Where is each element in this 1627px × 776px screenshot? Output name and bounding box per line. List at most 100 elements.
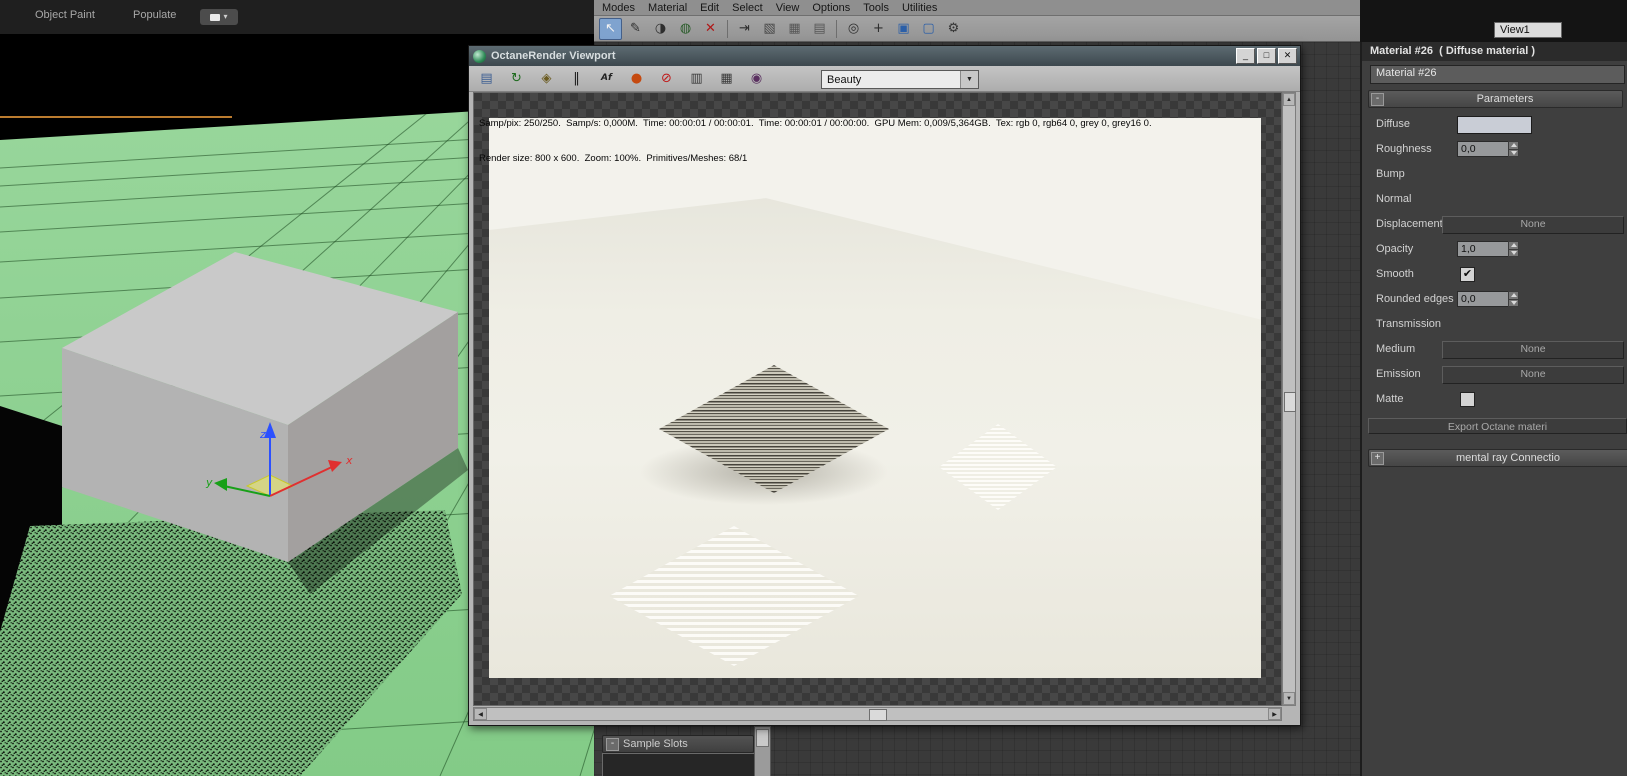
- delete-selected-icon[interactable]: ✕: [699, 18, 722, 40]
- window-icon: [210, 13, 221, 21]
- vertical-scrollbar[interactable]: ▲ ▼: [1282, 92, 1296, 706]
- menu-utilities[interactable]: Utilities: [902, 2, 937, 14]
- camera-settings-icon: ◉: [750, 71, 763, 86]
- select-tool-icon[interactable]: ↖: [599, 17, 622, 40]
- menu-material[interactable]: Material: [648, 2, 687, 14]
- view-selector[interactable]: View1: [1494, 22, 1562, 38]
- spinner-up-arrow[interactable]: [1508, 291, 1519, 299]
- render-area[interactable]: Samp/pix: 250/250. Samp/s: 0,000M. Time:…: [473, 92, 1282, 706]
- material-editor-topbar: Modes Material Edit Select View Options Tools U…: [594, 0, 1360, 42]
- pick-material-from-object-icon: ✎: [630, 21, 641, 36]
- scroll-right-arrow[interactable]: ▶: [1268, 708, 1281, 720]
- render-mode-value: Beauty: [827, 73, 862, 86]
- rollout-parameters[interactable]: - Parameters: [1368, 90, 1623, 108]
- roughness-value[interactable]: 0,0: [1457, 141, 1508, 157]
- menu-modes[interactable]: Modes: [602, 2, 635, 14]
- scrollbar-thumb[interactable]: [756, 729, 769, 747]
- export-octane-material-button[interactable]: Export Octane materi: [1368, 418, 1627, 434]
- smooth-checkbox[interactable]: ✔: [1460, 267, 1475, 282]
- hide-unused-nodeslots-icon[interactable]: ▧: [758, 18, 781, 40]
- ribbon-tab-object-paint[interactable]: Object Paint: [35, 9, 95, 21]
- pause-render-icon[interactable]: ‖: [565, 68, 588, 90]
- zoom-extents-icon[interactable]: ▢: [917, 18, 940, 40]
- sample-slots-list[interactable]: [602, 753, 755, 776]
- material-name-field[interactable]: Material #26: [1370, 65, 1625, 84]
- text-overlay-icon[interactable]: Af: [595, 68, 618, 90]
- toolbar-separator: [727, 19, 728, 38]
- browser-scrollbar[interactable]: [754, 726, 771, 776]
- picture-viewer-icon[interactable]: ▦: [715, 68, 738, 90]
- menu-select[interactable]: Select: [732, 2, 763, 14]
- minimize-button[interactable]: _: [1236, 48, 1255, 64]
- lock-resolution-icon[interactable]: ◈: [535, 68, 558, 90]
- restart-render-icon[interactable]: ↻: [505, 68, 528, 90]
- spinner-down-arrow[interactable]: [1508, 148, 1519, 157]
- param-row-opacity: Opacity 1,0: [1362, 237, 1627, 262]
- opacity-value[interactable]: 1,0: [1457, 241, 1508, 257]
- param-label-medium: Medium: [1376, 343, 1416, 355]
- make-material-copy-icon[interactable]: ◑: [649, 18, 672, 40]
- scrollbar-thumb[interactable]: [869, 709, 887, 721]
- emission-map-button[interactable]: None: [1442, 366, 1624, 384]
- maximize-button[interactable]: □: [1257, 48, 1276, 64]
- spinner-down-arrow[interactable]: [1508, 298, 1519, 307]
- diffuse-color-swatch[interactable]: [1457, 116, 1532, 134]
- matte-checkbox[interactable]: [1460, 392, 1475, 407]
- save-render-icon[interactable]: ▤: [475, 68, 498, 90]
- scrollbar-thumb[interactable]: [1284, 392, 1296, 412]
- param-row-bump: Bump: [1362, 162, 1627, 187]
- close-button[interactable]: ✕: [1278, 48, 1297, 64]
- window-title: OctaneRender Viewport: [491, 50, 616, 62]
- rollout-mental-ray-connection[interactable]: + mental ray Connectio: [1368, 449, 1627, 467]
- layout-all-icon: ▣: [897, 21, 910, 36]
- chevron-down-icon: ▾: [223, 12, 228, 21]
- axis-label-y: y: [205, 476, 213, 489]
- rounded-edges-spinner[interactable]: 0,0: [1457, 291, 1519, 307]
- material-settings-icon[interactable]: ⚙: [942, 18, 965, 40]
- ribbon-mini-toolbar[interactable]: ▾: [200, 9, 238, 25]
- top-right-strip: View1: [1360, 0, 1627, 42]
- menu-tools[interactable]: Tools: [863, 2, 889, 14]
- spinner-up-arrow[interactable]: [1508, 141, 1519, 149]
- rollout-sample-slots[interactable]: - Sample Slots: [602, 735, 754, 753]
- stats-line-1: Samp/pix: 250/250. Samp/s: 0,000M. Time:…: [479, 118, 1152, 129]
- show-grid-icon[interactable]: ▤: [808, 18, 831, 40]
- scroll-up-arrow[interactable]: ▲: [1283, 93, 1295, 106]
- pick-material-from-object-icon[interactable]: ✎: [624, 18, 647, 40]
- medium-map-button[interactable]: None: [1442, 341, 1624, 359]
- expand-icon[interactable]: +: [1371, 451, 1384, 465]
- menu-view[interactable]: View: [776, 2, 800, 14]
- collapse-icon[interactable]: -: [606, 737, 619, 751]
- rounded-edges-value[interactable]: 0,0: [1457, 291, 1508, 307]
- param-label-bump: Bump: [1376, 168, 1405, 180]
- assign-material-to-selection-icon[interactable]: ◍: [674, 18, 697, 40]
- horizontal-scrollbar[interactable]: ◀ ▶: [473, 707, 1282, 721]
- spinner-up-arrow[interactable]: [1508, 241, 1519, 249]
- param-row-displacement: Displacement None: [1362, 212, 1627, 237]
- pan-tool-icon[interactable]: +: [867, 18, 890, 40]
- move-children-icon[interactable]: ⇥: [733, 18, 756, 40]
- zoom-tool-icon[interactable]: ◎: [842, 18, 865, 40]
- param-label-emission: Emission: [1376, 368, 1421, 380]
- displacement-map-button[interactable]: None: [1442, 216, 1624, 234]
- text-overlay-icon: Af: [601, 73, 612, 83]
- roughness-spinner[interactable]: 0,0: [1457, 141, 1519, 157]
- scroll-down-arrow[interactable]: ▼: [1283, 692, 1295, 705]
- menu-options[interactable]: Options: [812, 2, 850, 14]
- camera-settings-icon[interactable]: ◉: [745, 68, 768, 90]
- opacity-spinner[interactable]: 1,0: [1457, 241, 1519, 257]
- show-background-icon[interactable]: ▦: [783, 18, 806, 40]
- stop-render-icon[interactable]: ⊘: [655, 68, 678, 90]
- collapse-icon[interactable]: -: [1371, 92, 1384, 106]
- window-titlebar[interactable]: OctaneRender Viewport _ □ ✕: [469, 46, 1300, 66]
- scroll-left-arrow[interactable]: ◀: [474, 708, 487, 720]
- chevron-down-icon[interactable]: ▼: [960, 71, 978, 88]
- octane-render-window[interactable]: OctaneRender Viewport _ □ ✕ ▤ ↻ ◈ ‖ Af ● ⊘ ▥ ▦ ◉ …: [468, 45, 1301, 726]
- render-mode-select[interactable]: Beauty ▼: [821, 70, 979, 89]
- menu-edit[interactable]: Edit: [700, 2, 719, 14]
- layout-all-icon[interactable]: ▣: [892, 18, 915, 40]
- ribbon-tab-populate[interactable]: Populate: [133, 9, 176, 21]
- render-region-icon[interactable]: ●: [625, 68, 648, 90]
- viewport-lock-icon[interactable]: ▥: [685, 68, 708, 90]
- spinner-down-arrow[interactable]: [1508, 248, 1519, 257]
